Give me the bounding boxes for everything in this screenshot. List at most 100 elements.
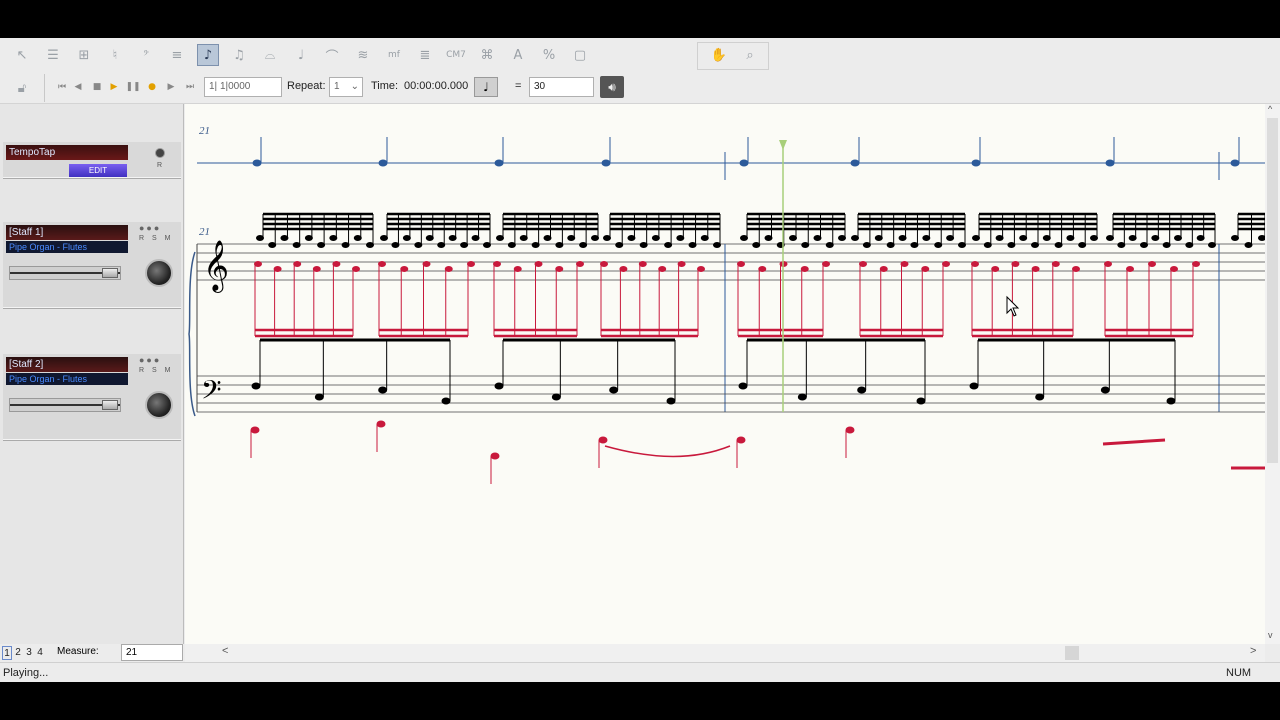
lyrics-tool-icon[interactable]: ≣	[414, 44, 436, 66]
zoom-tool-icon[interactable]: ⌕	[739, 44, 761, 66]
slider-thumb[interactable]	[102, 268, 118, 278]
tempo-field[interactable]: 30	[529, 77, 594, 97]
slider-thumb[interactable]	[102, 400, 118, 410]
time-sig-tool-icon[interactable]: ≡	[166, 44, 188, 66]
tuplet-tool-icon[interactable]: ⌓	[259, 44, 281, 66]
page-button-1[interactable]: 1	[2, 646, 12, 660]
key-sig-tool-icon[interactable]: ♮	[104, 44, 126, 66]
note-head	[250, 426, 260, 434]
speedy-entry-tool-icon[interactable]: ♫	[228, 44, 250, 66]
volume-slider[interactable]	[9, 398, 121, 412]
track-staff-1: [Staff 1] Pipe Organ - Flutes ●●● R S M	[3, 222, 181, 308]
page-button-2[interactable]: 2	[13, 646, 23, 660]
scroll-up-icon[interactable]: ^	[1268, 104, 1272, 114]
track-staff-2: [Staff 2] Pipe Organ - Flutes ●●● R S M	[3, 354, 181, 440]
pan-knob[interactable]	[145, 259, 173, 287]
note-head	[738, 382, 748, 390]
app-window: ↖ ☰ ⊞ ♮ 𝄢 ≡ ♪ ♫ ⌓ ♩ ⌒ ≋ mf ≣ CM7 ⌘ A% ▢ ✋ ⌕ 🔓︎ ⏮ ◀ ■ ▶ ❚❚ ●…	[0, 38, 1280, 682]
rewind-button[interactable]: ◀	[70, 79, 86, 95]
status-bar: Playing... NUM	[0, 662, 1280, 682]
play-button[interactable]: ▶	[106, 79, 122, 95]
note-head	[490, 452, 500, 460]
ossia-tool-icon[interactable]: ⌘	[476, 44, 498, 66]
note-head	[845, 426, 855, 434]
treble-clef-icon: 𝄞	[203, 240, 229, 293]
num-lock-indicator: NUM	[1226, 667, 1252, 679]
lock-icon[interactable]: 🔓︎	[11, 77, 33, 99]
record-button[interactable]: ●	[144, 79, 160, 95]
simple-entry-tool-icon[interactable]: ♪	[197, 44, 219, 66]
page-button-4[interactable]: 4	[35, 646, 45, 660]
note-head	[598, 436, 608, 444]
repeat-value: 1	[334, 81, 340, 92]
select-tool-icon[interactable]: ↖	[11, 44, 33, 66]
text-tool-icon[interactable]: A	[507, 44, 529, 66]
tempo-note	[1105, 159, 1115, 167]
tempo-note	[1230, 159, 1240, 167]
edit-button[interactable]: EDIT	[69, 164, 127, 177]
pan-knob[interactable]	[145, 391, 173, 419]
clef-tool-icon[interactable]: 𝄢	[135, 44, 157, 66]
note-head	[1035, 393, 1045, 401]
note-head	[441, 397, 451, 405]
tempo-note-icon[interactable]: ♩	[474, 77, 498, 97]
hand-grabber-icon[interactable]: ✋	[708, 44, 730, 66]
chord-tool-icon[interactable]: CM7	[445, 44, 467, 66]
status-text: Playing...	[3, 667, 49, 679]
expression-tool-icon[interactable]: mf	[383, 44, 405, 66]
measure-field[interactable]: 21	[121, 644, 183, 661]
forward-to-end-button[interactable]: ⏭	[182, 79, 198, 95]
scroll-thumb[interactable]	[1267, 118, 1278, 463]
track-instrument[interactable]: Pipe Organ - Flutes	[6, 241, 128, 253]
repeat-select[interactable]: 1 ⌄	[329, 77, 363, 97]
record-arm-icon[interactable]	[155, 148, 165, 158]
rsm-buttons[interactable]: ●●●	[139, 355, 161, 365]
volume-slider[interactable]	[9, 266, 121, 280]
page-button-3[interactable]: 3	[24, 646, 34, 660]
fast-forward-button[interactable]: ▶	[163, 79, 179, 95]
score-canvas[interactable]: 21 21 𝄞 𝄢	[185, 104, 1265, 644]
articulation-tool-icon[interactable]: ♩	[290, 44, 312, 66]
note-head	[376, 420, 386, 428]
main-toolbar: ↖ ☰ ⊞ ♮ 𝄢 ≡ ♪ ♫ ⌓ ♩ ⌒ ≋ mf ≣ CM7 ⌘ A% ▢ ✋ ⌕	[0, 38, 1280, 72]
resize-tool-icon[interactable]: %	[538, 44, 560, 66]
tempo-equals: =	[515, 80, 522, 92]
note-head	[494, 382, 504, 390]
divider	[44, 74, 45, 102]
note-head	[797, 393, 807, 401]
note-head	[314, 393, 324, 401]
smart-shape-tool-icon[interactable]: ⌒	[321, 44, 343, 66]
note-head	[916, 397, 926, 405]
r-label: R	[157, 162, 166, 169]
note-head	[736, 436, 746, 444]
tempo-measure-number: 21	[199, 125, 210, 137]
rewind-to-start-button[interactable]: ⏮	[54, 79, 70, 95]
scroll-left-icon[interactable]: <	[222, 645, 228, 657]
vertical-scrollbar[interactable]: ^ v	[1265, 104, 1280, 644]
track-name: TempoTap	[6, 145, 128, 160]
repeat-tool-icon[interactable]: ≋	[352, 44, 374, 66]
stop-button[interactable]: ■	[89, 79, 105, 95]
note-head	[969, 382, 979, 390]
note-head	[609, 386, 619, 394]
rsm-buttons[interactable]: ●●●	[139, 223, 161, 233]
tempo-note	[850, 159, 860, 167]
track-instrument[interactable]: Pipe Organ - Flutes	[6, 373, 128, 385]
notes-layer	[250, 212, 1265, 484]
playback-toolbar: 🔓︎ ⏮ ◀ ■ ▶ ❚❚ ● ▶ ⏭ 1| 1|0000 Repeat: 1 ⌄…	[0, 72, 1280, 104]
tempo-note	[494, 159, 504, 167]
tempo-note	[378, 159, 388, 167]
scroll-down-icon[interactable]: v	[1268, 630, 1273, 640]
position-field[interactable]: 1| 1|0000	[204, 77, 282, 97]
pause-button[interactable]: ❚❚	[125, 79, 141, 95]
speaker-icon[interactable]: 🔊︎	[600, 76, 624, 98]
measure-tool-icon[interactable]: ⊞	[73, 44, 95, 66]
page-layout-tool-icon[interactable]: ▢	[569, 44, 591, 66]
system-brace	[188, 251, 196, 417]
scroll-right-icon[interactable]: >	[1250, 645, 1256, 657]
horizontal-scrollbar[interactable]: < >	[185, 644, 1265, 662]
note-head	[1100, 386, 1110, 394]
repeat-label: Repeat:	[287, 80, 326, 92]
staff-tool-icon[interactable]: ☰	[42, 44, 64, 66]
hscroll-thumb[interactable]	[1065, 646, 1079, 660]
